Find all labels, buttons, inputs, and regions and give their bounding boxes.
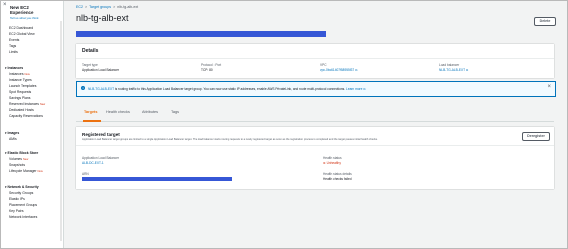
target-type-label: Target type [82,63,98,67]
sidebar-item-ec2-global-view[interactable]: EC2 Global View [9,32,35,36]
health-details-value: Health checks failed [323,177,352,181]
breadcrumb-ec2[interactable]: EC2 [76,5,83,9]
alb-label: Application Load Balancer [82,156,120,160]
sidebar-section-instances[interactable]: ▾Instances [5,66,23,70]
info-banner: i NLB-TG-ALB-EXT is routing traffic to t… [76,81,556,97]
external-link-icon: ⧉ [466,68,469,72]
close-icon[interactable]: × [3,2,7,8]
breadcrumb-current: nlb-tg-alb-ext [117,5,139,9]
sidebar-title: New EC2 Experience [10,5,34,15]
sidebar-item-volumes[interactable]: VolumesNew [9,157,28,162]
caret-down-icon: ▾ [5,151,7,155]
alb-link[interactable]: ALB-DC-EXT-1 [82,161,104,165]
health-details-label: Health status details [323,172,352,176]
sidebar-item-reserved-instances[interactable]: Reserved InstancesNew [9,102,45,107]
breadcrumb: EC2 > Target groups > nlb-tg-alb-ext [76,5,139,9]
tab-bar: Targets Health checks Attributes Tags [76,107,554,122]
registered-target-description: Application Load Balancer target groups … [82,138,378,141]
sidebar-item-security-groups[interactable]: Security Groups [9,191,33,195]
browser-frame: × New EC2 Experience Tell us what you th… [0,0,568,249]
deregister-button[interactable]: Deregister [522,132,550,141]
sidebar-item-limits[interactable]: Limits [9,50,18,54]
tab-health-checks[interactable]: Health checks [106,110,130,114]
caret-down-icon: ▾ [5,66,7,70]
divider [76,145,554,146]
details-panel: Details Target type Application Load Bal… [76,44,554,78]
sidebar-item-snapshots[interactable]: Snapshots [9,163,25,167]
sidebar-item-tags[interactable]: Tags [9,44,16,48]
target-type-value: Application Load Balancer [82,68,120,72]
external-link-icon: ⧉ [363,86,366,91]
health-status-value: ⊗ Unhealthy [323,161,341,165]
sidebar-item-network-interfaces[interactable]: Network Interfaces [9,215,37,219]
arn-label: ARN [82,172,89,176]
sidebar-item-savings-plans[interactable]: Savings Plans [9,96,31,100]
health-status-label: Health status [323,156,342,160]
vpc-label: VPC [320,63,327,67]
sidebar-section-ebs[interactable]: ▾Elastic Block Store [5,151,38,155]
sidebar-item-launch-templates[interactable]: Launch Templates [9,84,36,88]
tab-tags[interactable]: Tags [171,110,179,114]
registered-target-heading: Registered target [82,132,120,137]
main-content: EC2 > Target groups > nlb-tg-alb-ext nlb-tg-… [64,1,567,248]
sidebar-item-key-pairs[interactable]: Key Pairs [9,209,24,213]
sidebar-item-dedicated-hosts[interactable]: Dedicated Hosts [9,108,34,112]
protocol-port-label: Protocol : Port [201,63,222,67]
delete-button[interactable]: Delete [534,17,556,26]
tab-attributes[interactable]: Attributes [142,110,158,114]
breadcrumb-target-groups[interactable]: Target groups [89,5,111,9]
tab-targets[interactable]: Targets [84,110,97,114]
sidebar-scrollbar[interactable] [60,21,62,241]
caret-down-icon: ▾ [5,185,7,189]
vpc-link[interactable]: vpc-0bc61407f58955f37⧉ [320,68,357,72]
sidebar-section-network-security[interactable]: ▾Network & Security [5,185,39,189]
close-icon[interactable]: × [547,84,551,90]
sidebar-item-events[interactable]: Events [9,38,19,42]
load-balancer-label: Load balancer [439,63,460,67]
sidebar-item-instance-types[interactable]: Instance Types [9,78,32,82]
redacted-target-arn [82,177,232,181]
sidebar-item-instances[interactable]: InstancesNew [9,72,30,77]
sidebar-section-images[interactable]: ▾Images [5,131,19,135]
sidebar-item-spot-requests[interactable]: Spot Requests [9,90,31,94]
sidebar-item-lifecycle-manager[interactable]: Lifecycle ManagerNew [9,169,43,174]
sidebar-item-ec2-dashboard[interactable]: EC2 Dashboard [9,26,33,30]
page-title: nlb-tg-alb-ext [76,13,129,23]
load-balancer-link[interactable]: NLB-TG-ALB-EXT⧉ [439,68,468,72]
divider [76,58,554,59]
registered-target-panel: Registered target Deregister Application… [76,127,554,189]
info-icon: i [81,86,85,90]
protocol-port-value: TCP: 80 [201,68,213,72]
redacted-arn [76,31,326,37]
learn-more-link[interactable]: Learn more [346,87,362,91]
details-heading: Details [82,48,99,54]
active-tab-indicator [83,120,101,122]
sidebar: × New EC2 Experience Tell us what you th… [1,1,64,248]
sidebar-item-amis[interactable]: AMIs [9,137,17,141]
sidebar-item-capacity-reservations[interactable]: Capacity Reservations [9,114,43,118]
sidebar-item-elastic-ips[interactable]: Elastic IPs [9,197,25,201]
caret-down-icon: ▾ [5,131,7,135]
feedback-link[interactable]: Tell us what you think [10,16,39,20]
sidebar-item-placement-groups[interactable]: Placement Groups [9,203,37,207]
external-link-icon: ⧉ [355,68,358,72]
info-banner-text: NLB-TG-ALB-EXT is routing traffic to thi… [88,86,366,91]
banner-lb-link[interactable]: NLB-TG-ALB-EXT [88,87,114,91]
error-icon: ⊗ [323,161,326,165]
